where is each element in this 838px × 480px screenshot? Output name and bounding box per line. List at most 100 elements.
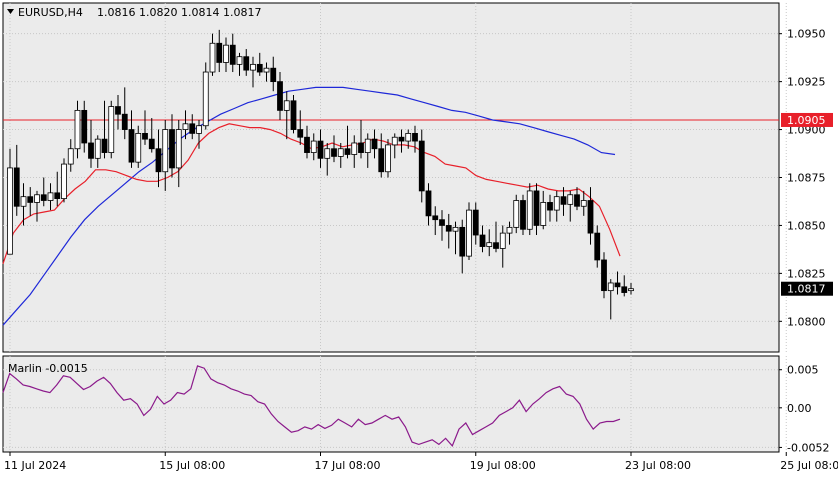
candle-body [628,288,634,292]
candle-body [148,138,155,150]
candle-body [81,109,88,144]
chart-header: EURUSD,H4 1.0816 1.0820 1.0814 1.0817 [7,6,261,19]
candle-body [34,194,40,203]
candle-body [533,190,540,226]
candle-body [398,136,405,142]
time-tick-label: 11 Jul 2024 [4,459,66,472]
indicator-panel[interactable] [2,355,780,453]
candle-body [7,167,13,255]
candle-body [20,196,27,207]
candle-body [594,232,601,261]
candle-body [364,138,371,153]
candle-body [67,148,74,165]
candle-body [277,81,283,111]
price-tick-label: 1.0850 [787,219,826,232]
candle-body [256,63,263,73]
candle [466,202,472,260]
candle-body [128,129,135,163]
time-tick-label: 25 Jul 08:00 [780,459,838,472]
level-label: 1.0905 [787,114,826,127]
candle-body [587,200,594,234]
candle-body [499,232,506,249]
candle [61,158,67,203]
candle-body [439,219,445,226]
candle-body [290,100,297,130]
candle-body [574,194,580,207]
candle-body [459,226,466,257]
candle-body [209,42,216,73]
candle-body [472,209,479,236]
candle-body [189,123,196,134]
candle-body [304,136,310,153]
candle-body [526,190,533,230]
candle-body [27,196,34,203]
candle-body [61,163,67,199]
candle-body [182,123,189,130]
candle-body [601,259,607,292]
candle-body [108,106,115,153]
price-tick-label: 1.0800 [787,315,826,328]
symbol-label: EURUSD,H4 [18,6,83,19]
candle-body [331,148,337,157]
candle-body [425,190,432,217]
candle-body [13,167,20,207]
indicator-tick-label: 0.00 [787,402,812,415]
candle [202,62,209,130]
candle-body [216,42,223,63]
candle-body [74,109,81,150]
candle-body [344,148,351,155]
time-tick-label: 23 Jul 08:00 [625,459,691,472]
candle-body [142,132,148,140]
candle-body [40,194,47,201]
indicator-tick-label: -0.0052 [787,441,829,454]
candle-body [432,215,439,221]
price-panel[interactable] [2,2,780,353]
candle-body [513,200,520,228]
price-tick-label: 1.0875 [787,172,826,185]
candle-body [115,106,121,115]
candle-body [506,226,513,234]
candle-body [560,196,567,205]
level-price-label: 1.0905 [781,112,833,127]
candle-body [337,148,344,157]
candle-body [405,132,412,142]
chart-svg[interactable]: EURUSD,H4 1.0816 1.0820 1.0814 1.0817 Ma… [0,0,838,476]
candle-body [175,129,182,169]
candle-body [412,132,418,142]
price-tick-label: 1.0825 [787,267,826,280]
candle-body [223,44,229,63]
candle-body [162,129,169,173]
candle-body [47,192,54,201]
candle-body [324,148,331,159]
candle-body [385,144,391,173]
chart-window: EURUSD,H4 1.0816 1.0820 1.0814 1.0817 Ma… [0,0,838,476]
candle-body [229,44,236,65]
candle-body [94,138,101,159]
candle-body [371,138,378,150]
candle-body [614,282,621,288]
ohlc-readout: 1.0816 1.0820 1.0814 1.0817 [97,6,261,19]
candle-body [418,140,425,192]
candle-body [202,71,209,127]
time-tick-label: 17 Jul 08:00 [315,459,381,472]
candle-body [351,142,358,155]
candle-body [607,282,614,292]
indicator-label: Marlin -0.0015 [8,362,88,375]
candle-body [236,56,243,65]
time-tick-label: 15 Jul 08:00 [159,459,225,472]
candle-body [358,142,364,153]
candle-body [567,194,574,205]
candle-body [283,100,290,111]
candle [513,194,520,234]
price-tick-label: 1.0950 [787,28,826,41]
candle-body [317,140,324,159]
candle-body [493,242,499,249]
candle-body [243,56,250,71]
candle-body [391,136,398,146]
candle-body [88,142,94,159]
candle-body [250,63,256,71]
candle-body [297,129,304,138]
candle [526,183,533,236]
candle-body [310,140,317,153]
candle-body [445,225,452,232]
